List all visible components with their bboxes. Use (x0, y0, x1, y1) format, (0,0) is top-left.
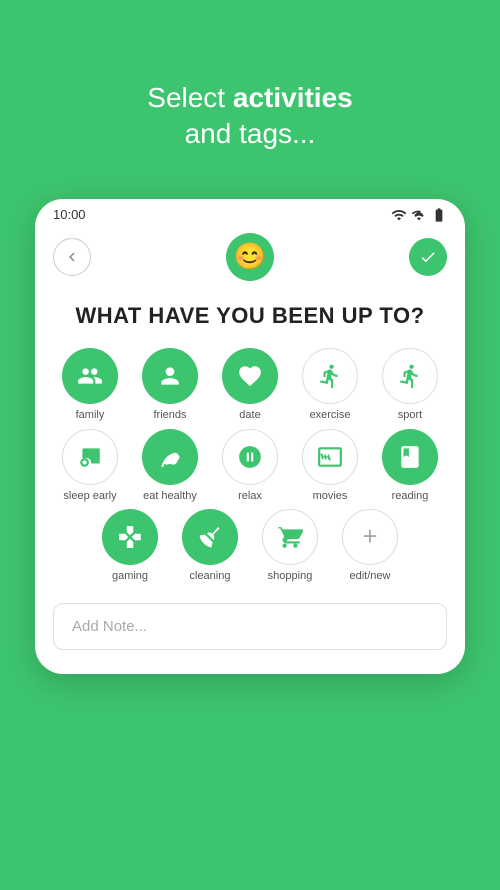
activity-item-family[interactable]: family (55, 348, 125, 422)
activity-circle-friends (142, 348, 198, 404)
activity-circle-sleep-early (62, 429, 118, 485)
activity-item-eat-healthy[interactable]: eat healthy (135, 429, 205, 503)
activity-item-gaming[interactable]: gaming (95, 509, 165, 583)
header-text: Select activities and tags... (127, 40, 372, 177)
status-bar: 10:00 (35, 199, 465, 227)
activity-item-cleaning[interactable]: cleaning (175, 509, 245, 583)
activity-item-edit-new[interactable]: + edit/new (335, 509, 405, 583)
plus-icon: + (362, 521, 377, 552)
emoji-symbol: 😊 (234, 241, 266, 272)
signal-icon (411, 207, 427, 223)
activity-label-relax: relax (238, 490, 262, 503)
activity-label-date: date (239, 409, 260, 422)
activity-label-movies: movies (313, 490, 348, 503)
activity-circle-sport (382, 348, 438, 404)
mood-emoji[interactable]: 😊 (226, 233, 274, 281)
activity-label-shopping: shopping (268, 570, 313, 583)
question-text: WHAT HAVE YOU BEEN UP TO? (35, 291, 465, 349)
activity-item-relax[interactable]: relax (215, 429, 285, 503)
header-bold: activities (233, 82, 353, 113)
activity-circle-exercise (302, 348, 358, 404)
activity-circle-reading (382, 429, 438, 485)
activity-label-gaming: gaming (112, 570, 148, 583)
activity-label-sport: sport (398, 409, 422, 422)
activities-grid: family friends date exercise sport sleep earl… (35, 348, 465, 593)
activity-circle-relax (222, 429, 278, 485)
activity-circle-shopping (262, 509, 318, 565)
activity-item-date[interactable]: date (215, 348, 285, 422)
status-time: 10:00 (53, 207, 86, 222)
back-button[interactable] (53, 238, 91, 276)
battery-icon (431, 207, 447, 223)
activity-label-edit-new: edit/new (350, 570, 391, 583)
activity-item-reading[interactable]: reading (375, 429, 445, 503)
activity-item-exercise[interactable]: exercise (295, 348, 365, 422)
activity-item-sleep-early[interactable]: sleep early (55, 429, 125, 503)
activity-item-shopping[interactable]: shopping (255, 509, 325, 583)
activity-label-sleep-early: sleep early (63, 490, 116, 503)
check-icon (419, 248, 437, 266)
activity-label-eat-healthy: eat healthy (143, 490, 197, 503)
header-select: Select (147, 82, 233, 113)
chevron-left-icon (63, 248, 81, 266)
wifi-icon (391, 207, 407, 223)
activity-label-family: family (76, 409, 105, 422)
note-placeholder[interactable]: Add Note... (53, 603, 447, 650)
activity-circle-family (62, 348, 118, 404)
phone-card: 10:00 😊 WHAT HAVE YOU BEEN UP TO? family… (35, 199, 465, 674)
activity-item-movies[interactable]: movies (295, 429, 365, 503)
header-section: Select activities and tags... (107, 0, 392, 199)
activity-circle-cleaning (182, 509, 238, 565)
activity-item-friends[interactable]: friends (135, 348, 205, 422)
status-icons (391, 207, 447, 223)
activity-circle-movies (302, 429, 358, 485)
activity-label-friends: friends (153, 409, 186, 422)
activity-label-reading: reading (392, 490, 429, 503)
confirm-button[interactable] (409, 238, 447, 276)
top-bar: 😊 (35, 227, 465, 291)
activity-circle-eat-healthy (142, 429, 198, 485)
activity-circle-date (222, 348, 278, 404)
activity-circle-edit-new: + (342, 509, 398, 565)
activity-item-sport[interactable]: sport (375, 348, 445, 422)
activity-circle-gaming (102, 509, 158, 565)
header-tags: and tags... (185, 118, 316, 149)
activity-label-exercise: exercise (310, 409, 351, 422)
activity-label-cleaning: cleaning (190, 570, 231, 583)
